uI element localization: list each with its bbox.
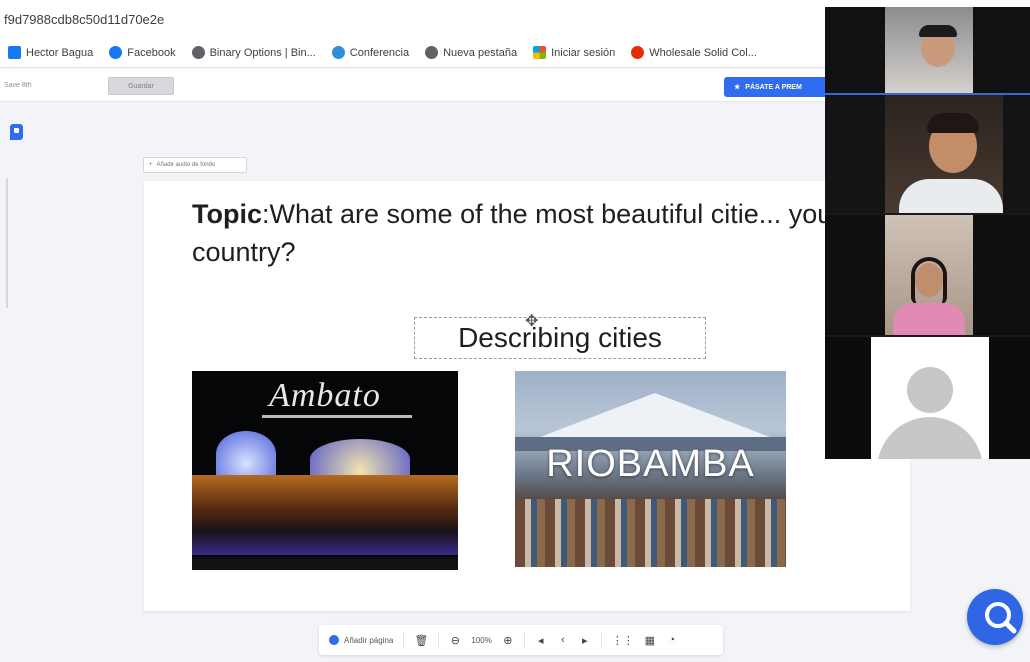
bookmark-binary-options[interactable]: Binary Options | Bin... [191, 46, 316, 59]
left-scrollbar[interactable] [6, 178, 8, 308]
cathedral-dome-left [216, 431, 276, 477]
topic-question: :What are some of the most beautiful cit… [192, 199, 842, 267]
title-input[interactable] [4, 78, 96, 92]
star-icon: ★ [734, 84, 741, 91]
add-page-button[interactable]: Añadir página [329, 635, 393, 645]
bookmark-nueva-pestana[interactable]: Nueva pestaña [425, 46, 517, 59]
subtitle-textbox[interactable]: Describing cities [414, 317, 706, 359]
search-button[interactable] [967, 589, 1023, 645]
bookmark-label: Conferencia [349, 46, 410, 59]
trash-icon[interactable]: 🗑 [414, 633, 428, 647]
conference-icon [331, 46, 345, 59]
participant-tile-2[interactable] [825, 95, 1030, 213]
city-rooftops [515, 499, 786, 567]
save-button[interactable]: Guardar [108, 77, 174, 95]
page-indicator-icon: ‹ [560, 634, 565, 646]
participant-shirt-3 [893, 303, 965, 335]
bookmark-label: Facebook [127, 46, 176, 59]
bookmark-label: Nueva pestaña [443, 46, 518, 59]
ambato-image[interactable]: Ambato [192, 371, 458, 570]
divider [403, 633, 405, 647]
participant-tile-1[interactable] [825, 7, 1030, 93]
city-lights [192, 475, 458, 555]
pie-chart-icon[interactable]: ◔ [666, 633, 678, 647]
list-view-icon[interactable]: ⋮⋮ [612, 633, 634, 647]
mountain-shape [535, 393, 775, 439]
participant-hair-3 [911, 257, 947, 305]
riobamba-image[interactable]: RIOBAMBA [515, 371, 786, 567]
next-page-icon[interactable]: ▸ [579, 633, 591, 647]
cathedral-dome-right [310, 439, 410, 479]
participant-hair-2 [927, 113, 979, 133]
search-icon [985, 602, 1017, 634]
topic-label: Topic [192, 199, 262, 229]
background-audio-button[interactable]: + Añadir audio de fondo [143, 157, 247, 173]
add-page-icon [329, 635, 339, 645]
bookmark-label: Wholesale Solid Col... [649, 46, 757, 59]
bookmark-facebook[interactable]: Facebook [109, 46, 176, 59]
zoom-out-icon[interactable]: ⊖ [449, 633, 461, 647]
microsoft-icon [533, 46, 547, 59]
facebook-square-icon [8, 46, 21, 59]
avatar-placeholder-body [877, 417, 983, 459]
participant-placeholder-bg [871, 337, 989, 459]
subtitle-text: Describing cities [458, 322, 662, 353]
background-audio-label: Añadir audio de fondo [156, 162, 216, 168]
bookmark-label: Hector Bagua [26, 46, 94, 59]
premium-label: PÁSATE A PREM [745, 83, 802, 91]
bookmark-iniciar-sesion[interactable]: Iniciar sesión [533, 46, 615, 59]
aliexpress-icon [631, 46, 645, 59]
divider [600, 633, 602, 647]
bookmark-label: Binary Options | Bin... [209, 46, 316, 59]
slide-canvas[interactable]: Topic:What are some of the most beautifu… [144, 181, 910, 611]
participant-tile-4[interactable] [825, 337, 1030, 459]
participant-tile-3[interactable] [825, 215, 1030, 335]
avatar-placeholder-head [907, 367, 953, 413]
grid-view-icon[interactable]: ▦ [644, 633, 656, 647]
bookmark-conferencia[interactable]: Conferencia [331, 46, 410, 59]
zoom-level: 100% [471, 635, 492, 645]
slide-topic[interactable]: Topic:What are some of the most beautifu… [192, 195, 852, 271]
divider [523, 633, 525, 647]
zoom-in-icon[interactable]: ⊕ [502, 633, 514, 647]
premium-button[interactable]: ★ PÁSATE A PREM [724, 77, 828, 97]
url-text[interactable]: f9d7988cdb8c50d11d70e2e [4, 12, 164, 27]
add-page-label: Añadir página [344, 635, 394, 645]
riobamba-title: RIOBAMBA [546, 443, 755, 485]
ambato-subtitle-line [262, 415, 412, 418]
editor-bottom-toolbar: Añadir página 🗑 ⊖ 100% ⊕ ◂ ‹ ▸ ⋮⋮ ▦ ◔ [319, 625, 723, 655]
globe-icon [425, 46, 439, 59]
bookmark-wholesale[interactable]: Wholesale Solid Col... [631, 46, 757, 59]
globe-icon [191, 46, 205, 59]
ambato-title: Ambato [269, 377, 381, 414]
divider [438, 633, 440, 647]
participant-shirt-2 [899, 179, 1003, 213]
participant-cap-1 [919, 25, 957, 37]
previous-page-icon[interactable]: ◂ [535, 633, 547, 647]
ambato-footer-strip [192, 557, 458, 570]
video-participants-panel [825, 7, 1030, 459]
plus-icon: + [149, 162, 153, 168]
facebook-icon [109, 46, 123, 59]
app-logo-icon [10, 124, 23, 140]
move-cursor-icon: ✥ [525, 313, 539, 330]
bookmark-hector-bagua[interactable]: Hector Bagua [8, 46, 93, 59]
bookmark-label: Iniciar sesión [551, 46, 616, 59]
